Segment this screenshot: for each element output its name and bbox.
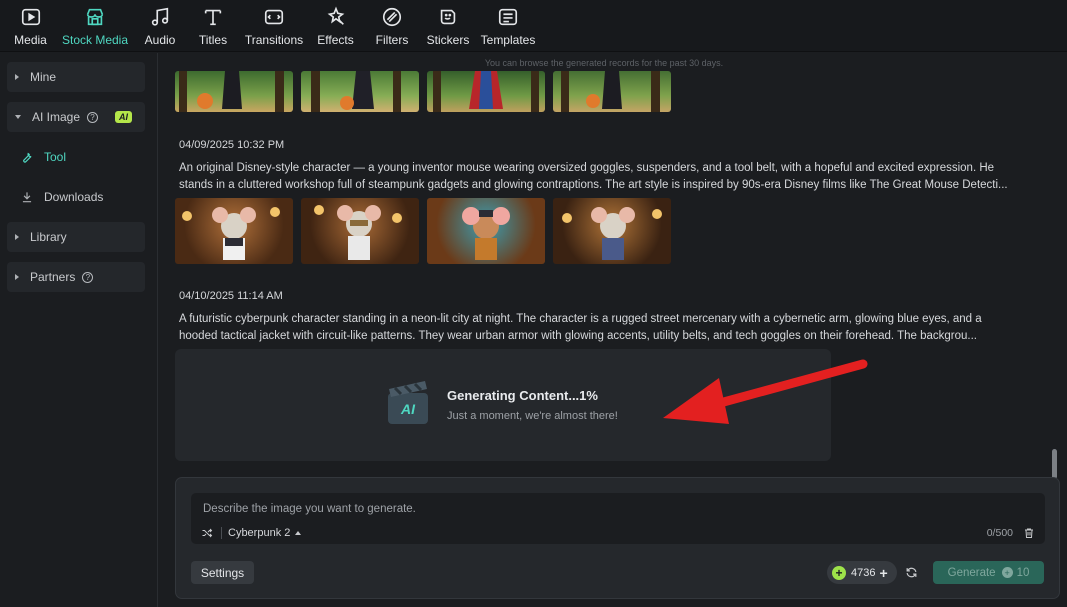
generated-image-thumbnail[interactable]	[427, 198, 545, 264]
red-arrow-annotation	[663, 359, 868, 424]
stock-media-icon	[83, 5, 107, 29]
generate-button[interactable]: Generate + 10	[933, 561, 1044, 584]
caret-up-icon	[295, 531, 302, 535]
generating-subtitle: Just a moment, we're almost there!	[447, 410, 618, 422]
toolbar-media[interactable]: Media	[6, 0, 55, 52]
sidebar-item-mine[interactable]: Mine	[7, 62, 145, 92]
scrollbar-thumb[interactable]	[1052, 449, 1057, 479]
toolbar-audio[interactable]: Audio	[135, 0, 185, 52]
filters-icon	[380, 5, 404, 29]
sidebar-item-partners[interactable]: Partners ?	[7, 262, 145, 292]
credits-value: 4736	[851, 566, 876, 579]
ai-badge: AI	[115, 111, 133, 123]
toolbar-transitions[interactable]: Transitions	[241, 0, 307, 52]
record-date: 04/09/2025 10:32 PM	[179, 139, 285, 151]
generated-image-thumbnail[interactable]	[553, 198, 671, 264]
toolbar-effects[interactable]: Effects	[307, 0, 364, 52]
help-icon[interactable]: ?	[82, 271, 94, 283]
shuffle-icon[interactable]	[201, 527, 213, 539]
add-credits-icon[interactable]: +	[879, 565, 887, 581]
refresh-icon[interactable]	[905, 566, 918, 579]
settings-button[interactable]: Settings	[191, 561, 254, 584]
prompt-placeholder: Describe the image you want to generate.	[203, 503, 416, 515]
generated-image-thumbnail[interactable]	[175, 71, 293, 112]
music-note-icon	[148, 5, 172, 29]
caret-down-icon	[15, 115, 21, 119]
record-prompt: A futuristic cyberpunk character standin…	[179, 313, 982, 342]
toolbar-stock-media[interactable]: Stock Media	[55, 0, 135, 52]
caret-right-icon	[15, 274, 19, 280]
templates-icon	[496, 5, 520, 29]
prompt-panel: Describe the image you want to generate.…	[175, 477, 1060, 599]
record-date: 04/10/2025 11:14 AM	[179, 290, 283, 302]
toolbar-filters[interactable]: Filters	[364, 0, 420, 52]
generated-image-thumbnail[interactable]	[175, 198, 293, 264]
record-prompt: An original Disney-style character — a y…	[179, 162, 1008, 191]
credit-coin-icon: +	[832, 565, 846, 580]
generated-image-thumbnail[interactable]	[427, 71, 545, 112]
help-icon[interactable]: ?	[87, 111, 99, 123]
svg-text:AI: AI	[400, 401, 416, 417]
caret-right-icon	[15, 74, 19, 80]
style-name: Cyberpunk 2	[228, 527, 291, 539]
generated-image-thumbnail[interactable]	[301, 71, 419, 112]
generating-title: Generating Content...1%	[447, 388, 598, 403]
toolbar-templates[interactable]: Templates	[476, 0, 540, 52]
caret-right-icon	[15, 234, 19, 240]
sidebar: Mine AI Image ? AI Tool Downloads Librar…	[0, 53, 158, 607]
prompt-input[interactable]: Describe the image you want to generate.…	[191, 493, 1045, 544]
sidebar-item-tool[interactable]: Tool	[20, 150, 66, 164]
credits-badge[interactable]: + 4736 +	[827, 561, 897, 584]
toolbar-titles[interactable]: Titles	[185, 0, 241, 52]
char-counter: 0/500	[986, 527, 1013, 539]
toolbar-stickers[interactable]: Stickers	[420, 0, 476, 52]
credit-coin-icon: +	[1001, 567, 1013, 578]
style-selector[interactable]: Cyberpunk 2	[201, 527, 302, 539]
trash-icon[interactable]	[1023, 527, 1035, 539]
stickers-icon	[436, 5, 460, 29]
generate-cost: 10	[1016, 566, 1030, 579]
generated-image-thumbnail[interactable]	[301, 198, 419, 264]
effects-sparkle-icon	[324, 5, 348, 29]
sidebar-item-downloads[interactable]: Downloads	[20, 190, 103, 204]
download-icon	[22, 192, 32, 203]
thumbnail-row-mouse	[175, 198, 671, 264]
top-toolbar: Media Stock Media Audio Titles Transitio…	[0, 0, 1067, 52]
text-t-icon	[201, 5, 225, 29]
transitions-icon	[262, 5, 286, 29]
history-notice: You can browse the generated records for…	[484, 58, 724, 68]
wrench-icon	[23, 152, 32, 163]
main-content: You can browse the generated records for…	[159, 53, 1067, 607]
ai-clapperboard-icon: AI	[388, 381, 428, 424]
sidebar-item-library[interactable]: Library	[7, 222, 145, 252]
generated-image-thumbnail[interactable]	[553, 71, 671, 112]
thumbnail-row-forest	[175, 71, 671, 112]
sidebar-item-ai-image[interactable]: AI Image ? AI	[7, 102, 145, 132]
media-icon	[19, 5, 43, 29]
